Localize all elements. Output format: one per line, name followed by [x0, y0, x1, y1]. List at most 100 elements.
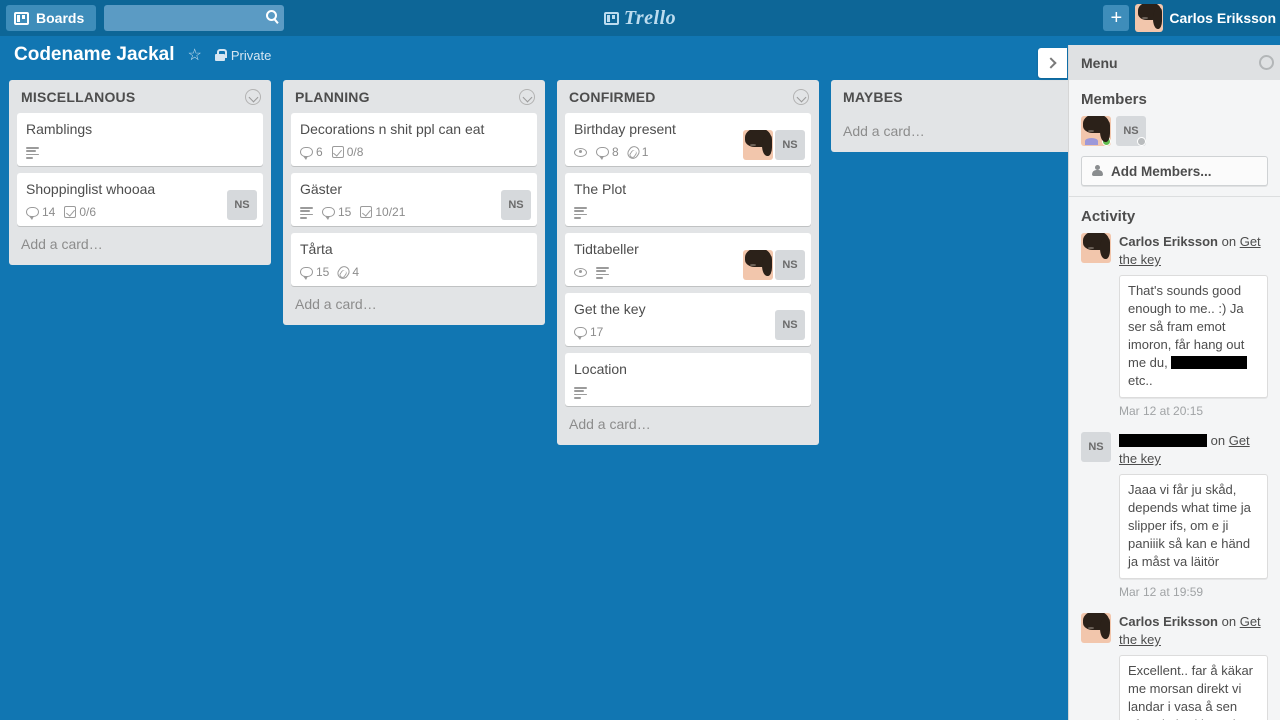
- activity-comment[interactable]: Jaaa vi får ju skåd, depends what time j…: [1119, 474, 1268, 579]
- members-section: Members NS Add Members...: [1069, 80, 1280, 197]
- member-avatar-photo[interactable]: [743, 130, 773, 160]
- card-badge-text: 15: [338, 205, 352, 219]
- presence-indicator: [1102, 137, 1111, 146]
- member-avatar-initials[interactable]: NS: [775, 130, 805, 160]
- member-avatar-photo[interactable]: [1081, 233, 1111, 263]
- list: MAYBEs Add a card…: [831, 80, 1093, 152]
- comment-icon: [26, 207, 39, 220]
- description-icon: [26, 147, 39, 159]
- members-list: NS: [1081, 116, 1268, 146]
- list: CONFIRMED Birthday present 8 1 NS The Plot Tid…: [557, 80, 819, 445]
- member-avatar-initials[interactable]: NS: [775, 250, 805, 280]
- user-name-label[interactable]: Carlos Eriksson: [1169, 10, 1276, 26]
- activity-item: NS on Get the key Jaaa vi får ju skåd, de…: [1081, 432, 1268, 599]
- activity-body: on Get the key Jaaa vi får ju skåd, depen…: [1119, 432, 1268, 599]
- member-avatar-photo[interactable]: [1081, 613, 1111, 643]
- user-avatar[interactable]: [1135, 4, 1164, 32]
- comment-icon: [300, 147, 313, 160]
- chevron-down-circle-icon[interactable]: [519, 89, 535, 105]
- search-input[interactable]: [104, 5, 285, 31]
- list-title[interactable]: MISCELLANOUS: [21, 89, 135, 105]
- activity-body: Carlos Eriksson on Get the key Excellent.…: [1119, 613, 1268, 720]
- card-badge: 0/6: [64, 205, 96, 219]
- activity-preposition: on: [1221, 234, 1240, 249]
- card[interactable]: Shoppinglist whooaa 14 0/6 NS: [17, 173, 263, 226]
- card-badge: 15: [300, 265, 329, 280]
- activity-timestamp: Mar 12 at 20:15: [1119, 404, 1204, 418]
- card[interactable]: The Plot: [565, 173, 811, 226]
- star-icon[interactable]: ☆: [188, 45, 202, 65]
- member-avatar-initials[interactable]: NS: [1116, 116, 1146, 146]
- board-title[interactable]: Codename Jackal: [14, 44, 175, 66]
- description-icon: [596, 267, 609, 279]
- activity-preposition: on: [1221, 614, 1240, 629]
- card[interactable]: Gäster 15 10/21 NS: [291, 173, 537, 226]
- activity-author-redacted[interactable]: [1119, 434, 1207, 447]
- list: MISCELLANOUS Ramblings Shoppinglist whooaa…: [9, 80, 271, 265]
- card[interactable]: Birthday present 8 1 NS: [565, 113, 811, 166]
- add-card-button[interactable]: Add a card…: [9, 226, 271, 263]
- card-badge: 0/8: [331, 145, 363, 159]
- chevron-down-circle-icon[interactable]: [245, 89, 261, 105]
- activity-author[interactable]: Carlos Eriksson: [1119, 234, 1218, 249]
- search-box[interactable]: [104, 5, 285, 31]
- member-avatar-photo[interactable]: [743, 250, 773, 280]
- boards-button[interactable]: Boards: [6, 5, 97, 31]
- attachment-icon: [335, 263, 353, 281]
- activity-author[interactable]: Carlos Eriksson: [1119, 614, 1218, 629]
- list-title[interactable]: MAYBEs: [843, 89, 903, 105]
- member-avatar-photo[interactable]: [1081, 116, 1111, 146]
- card-badges: [574, 204, 803, 220]
- activity-comment[interactable]: That's sounds good enough to me.. :) Ja …: [1119, 275, 1268, 398]
- card-badges: 17: [574, 324, 803, 340]
- chevron-down-circle-icon[interactable]: [793, 89, 809, 105]
- card-title: Ramblings: [26, 121, 93, 137]
- card-container: Birthday present 8 1 NS The Plot Tidtabeller N…: [557, 113, 819, 406]
- member-avatar-initials[interactable]: NS: [227, 190, 257, 220]
- list-header: CONFIRMED: [557, 80, 819, 113]
- person-icon: [1092, 165, 1103, 177]
- comment-icon: [596, 147, 609, 160]
- card-badge-text: 0/6: [79, 205, 97, 219]
- card-container: Ramblings Shoppinglist whooaa 14 0/6 NS: [9, 113, 271, 226]
- card-badge: 10/21: [360, 205, 405, 219]
- chevron-right-icon: [1045, 57, 1057, 69]
- card-badge: [300, 207, 313, 219]
- card-badges: 15 10/21: [300, 204, 529, 220]
- board-visibility-label: Private: [230, 47, 272, 63]
- add-members-button[interactable]: Add Members...: [1081, 156, 1268, 186]
- lock-icon: [214, 49, 227, 61]
- gear-icon[interactable]: [1259, 55, 1274, 70]
- card-badges: 14 0/6: [26, 204, 255, 220]
- list-title[interactable]: PLANNING: [295, 89, 370, 105]
- list-header: MISCELLANOUS: [9, 80, 271, 113]
- member-avatar-initials[interactable]: NS: [501, 190, 531, 220]
- card-title: Shoppinglist whooaa: [26, 181, 156, 197]
- add-card-button[interactable]: Add a card…: [557, 406, 819, 443]
- list-title[interactable]: CONFIRMED: [569, 89, 656, 105]
- card-badge-text: 1: [641, 145, 649, 159]
- avatar-eye: [1141, 16, 1148, 20]
- card[interactable]: Ramblings: [17, 113, 263, 166]
- board-visibility-button[interactable]: Private: [214, 47, 272, 63]
- card[interactable]: Location: [565, 353, 811, 406]
- sidebar-toggle-button[interactable]: [1038, 48, 1067, 78]
- card-members: NS: [775, 310, 805, 340]
- eye-icon: [574, 267, 587, 277]
- add-button[interactable]: +: [1103, 5, 1130, 31]
- presence-indicator: [1137, 137, 1146, 146]
- activity-comment-suffix: etc..: [1128, 373, 1153, 388]
- activity-comment[interactable]: Excellent.. far å käkar me morsan direkt…: [1119, 655, 1268, 720]
- add-card-button[interactable]: Add a card…: [283, 286, 545, 323]
- card[interactable]: Tidtabeller NS: [565, 233, 811, 286]
- card[interactable]: Get the key 17 NS: [565, 293, 811, 346]
- card[interactable]: Decorations n shit ppl can eat 6 0/8: [291, 113, 537, 166]
- add-card-button[interactable]: Add a card…: [831, 113, 1093, 150]
- card-title: The Plot: [574, 181, 627, 197]
- avatar-eye: [749, 143, 757, 147]
- member-avatar-initials[interactable]: NS: [1081, 432, 1111, 462]
- comment-icon: [322, 207, 335, 220]
- card[interactable]: Tårta 15 4: [291, 233, 537, 286]
- search-icon[interactable]: [266, 10, 278, 21]
- member-avatar-initials[interactable]: NS: [775, 310, 805, 340]
